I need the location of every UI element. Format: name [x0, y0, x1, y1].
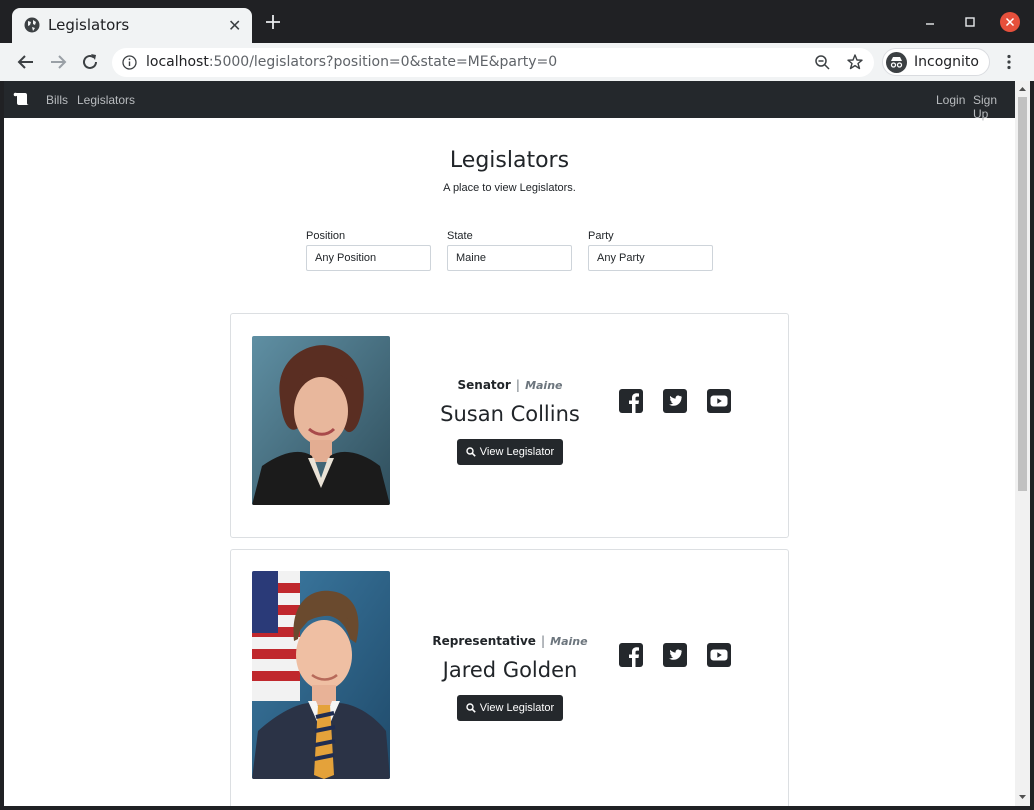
forward-arrow-icon[interactable]: [47, 51, 69, 73]
youtube-icon[interactable]: [707, 643, 731, 667]
meta-separator: |: [515, 378, 520, 392]
nav-link-bills[interactable]: Bills: [46, 93, 68, 107]
zoom-out-icon[interactable]: [814, 54, 831, 71]
twitter-icon[interactable]: [663, 389, 687, 413]
scroll-down-arrow-icon[interactable]: [1018, 793, 1027, 801]
legislator-state: Maine: [550, 635, 588, 648]
position-filter-label: Position: [306, 230, 346, 242]
globe-icon: [24, 17, 40, 33]
incognito-label: Incognito: [914, 54, 979, 70]
info-icon[interactable]: [122, 55, 137, 70]
new-tab-icon[interactable]: [263, 12, 283, 32]
twitter-icon[interactable]: [663, 643, 687, 667]
browser-titlebar: Legislators ✕: [0, 0, 1034, 43]
browser-tab[interactable]: Legislators ✕: [12, 8, 252, 43]
close-icon: [1005, 17, 1015, 27]
youtube-icon[interactable]: [707, 389, 731, 413]
reload-icon[interactable]: [79, 51, 101, 73]
browser-toolbar: localhost:5000/legislators?position=0&st…: [0, 43, 1034, 81]
tab-close-icon[interactable]: ✕: [228, 16, 241, 35]
incognito-badge[interactable]: Incognito: [882, 48, 990, 76]
page-scrollbar[interactable]: [1015, 81, 1030, 806]
nav-link-sign-up[interactable]: Sign Up: [973, 93, 1015, 121]
maximize-icon[interactable]: [960, 12, 980, 32]
legislator-name: Jared Golden: [442, 658, 578, 682]
window-frame-bottom: [0, 806, 1034, 810]
legislator-position: Senator: [457, 378, 511, 392]
browser-menu-icon[interactable]: [1000, 53, 1018, 71]
bookmark-star-icon[interactable]: [846, 53, 864, 71]
state-select[interactable]: Maine: [447, 245, 572, 271]
state-filter-label: State: [447, 230, 473, 242]
site-navbar: Bills Legislators Login Sign Up: [4, 81, 1015, 121]
view-legislator-button[interactable]: View Legislator: [456, 695, 564, 721]
legislator-card: Senator | Maine Susan Collins View Legis…: [230, 313, 789, 538]
scroll-icon[interactable]: [13, 92, 30, 106]
legislator-name: Susan Collins: [440, 402, 580, 426]
nav-link-legislators[interactable]: Legislators: [77, 93, 135, 107]
meta-separator: |: [541, 634, 546, 648]
legislator-state: Maine: [525, 379, 563, 392]
view-legislator-label: View Legislator: [479, 702, 555, 714]
party-select[interactable]: Any Party: [588, 245, 713, 271]
facebook-icon[interactable]: [619, 643, 643, 667]
party-filter-label: Party: [588, 230, 614, 242]
search-icon: [466, 447, 476, 457]
legislator-card: Representative | Maine Jared Golden View…: [230, 549, 789, 806]
position-select[interactable]: Any Position: [306, 245, 431, 271]
url-host: localhost: [146, 54, 209, 70]
view-legislator-button[interactable]: View Legislator: [456, 439, 564, 465]
nav-link-login[interactable]: Login: [936, 93, 965, 107]
scrollbar-thumb[interactable]: [1018, 97, 1027, 491]
page-title: Legislators: [449, 148, 570, 173]
window-close-button[interactable]: [1000, 12, 1020, 32]
tab-title: Legislators: [48, 16, 130, 34]
url-path: :5000/legislators?position=0&state=ME&pa…: [208, 54, 558, 70]
legislator-photo: [252, 336, 390, 505]
minimize-icon[interactable]: [920, 12, 940, 32]
search-icon: [466, 703, 476, 713]
page-subtitle: A place to view Legislators.: [443, 182, 576, 194]
page-viewport: Bills Legislators Login Sign Up Legislat…: [4, 81, 1015, 806]
url-text[interactable]: localhost:5000/legislators?position=0&st…: [146, 54, 557, 70]
view-legislator-label: View Legislator: [479, 446, 555, 458]
back-arrow-icon[interactable]: [15, 51, 37, 73]
scroll-up-arrow-icon[interactable]: [1018, 85, 1027, 93]
legislator-position: Representative: [432, 634, 536, 648]
legislator-info: Senator | Maine Susan Collins View Legis…: [390, 374, 630, 465]
incognito-icon: [886, 52, 907, 73]
address-bar[interactable]: localhost:5000/legislators?position=0&st…: [112, 48, 874, 77]
facebook-icon[interactable]: [619, 389, 643, 413]
legislator-photo: [252, 571, 390, 779]
legislator-info: Representative | Maine Jared Golden View…: [390, 630, 630, 721]
